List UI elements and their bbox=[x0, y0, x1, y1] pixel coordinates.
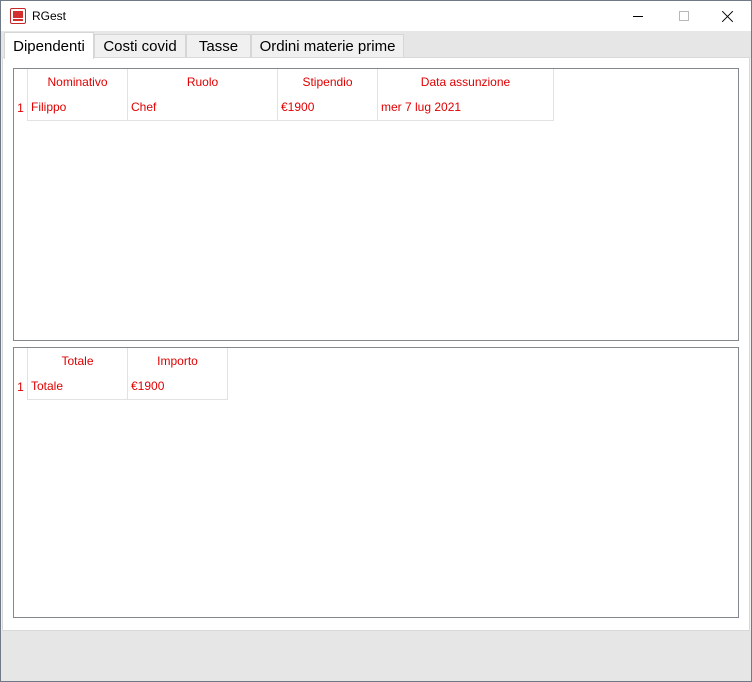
close-icon bbox=[722, 10, 734, 22]
tab-ordini-materie-prime[interactable]: Ordini materie prime bbox=[251, 34, 404, 58]
column-header-importo[interactable]: Importo bbox=[128, 348, 228, 374]
table-cell[interactable]: mer 7 lug 2021 bbox=[378, 94, 554, 121]
maximize-icon bbox=[679, 11, 689, 21]
table-cell[interactable]: Filippo bbox=[28, 94, 128, 121]
table-corner bbox=[14, 348, 28, 374]
tab-tasse[interactable]: Tasse bbox=[186, 34, 251, 58]
maximize-button[interactable] bbox=[661, 1, 707, 31]
totals-table[interactable]: Totale Importo 1 Totale €1900 bbox=[13, 347, 739, 618]
title-bar[interactable]: RGest bbox=[1, 1, 751, 31]
app-icon bbox=[10, 8, 26, 24]
table-cell[interactable]: Totale bbox=[28, 373, 128, 400]
minimize-button[interactable] bbox=[615, 1, 661, 31]
table-corner bbox=[14, 69, 28, 95]
row-number[interactable]: 1 bbox=[14, 94, 28, 121]
tab-costi-covid[interactable]: Costi covid bbox=[94, 34, 186, 58]
tab-strip: Dipendenti Costi covid Tasse Ordini mate… bbox=[1, 31, 751, 59]
column-header-nominativo[interactable]: Nominativo bbox=[28, 69, 128, 95]
status-bar bbox=[1, 631, 751, 681]
tab-dipendenti[interactable]: Dipendenti bbox=[4, 32, 94, 59]
minimize-icon bbox=[633, 15, 643, 17]
row-number[interactable]: 1 bbox=[14, 373, 28, 400]
column-header-stipendio[interactable]: Stipendio bbox=[278, 69, 378, 95]
app-window: RGest Dipendenti Costi covid Tasse Ordin… bbox=[0, 0, 752, 682]
table-cell[interactable]: €1900 bbox=[278, 94, 378, 121]
window-title: RGest bbox=[32, 9, 67, 23]
table-cell[interactable]: Chef bbox=[128, 94, 278, 121]
employees-table[interactable]: Nominativo Ruolo Stipendio Data assunzio… bbox=[13, 68, 739, 341]
column-header-totale[interactable]: Totale bbox=[28, 348, 128, 374]
close-button[interactable] bbox=[705, 1, 751, 31]
column-header-ruolo[interactable]: Ruolo bbox=[128, 69, 278, 95]
table-cell[interactable]: €1900 bbox=[128, 373, 228, 400]
column-header-data-assunzione[interactable]: Data assunzione bbox=[378, 69, 554, 95]
